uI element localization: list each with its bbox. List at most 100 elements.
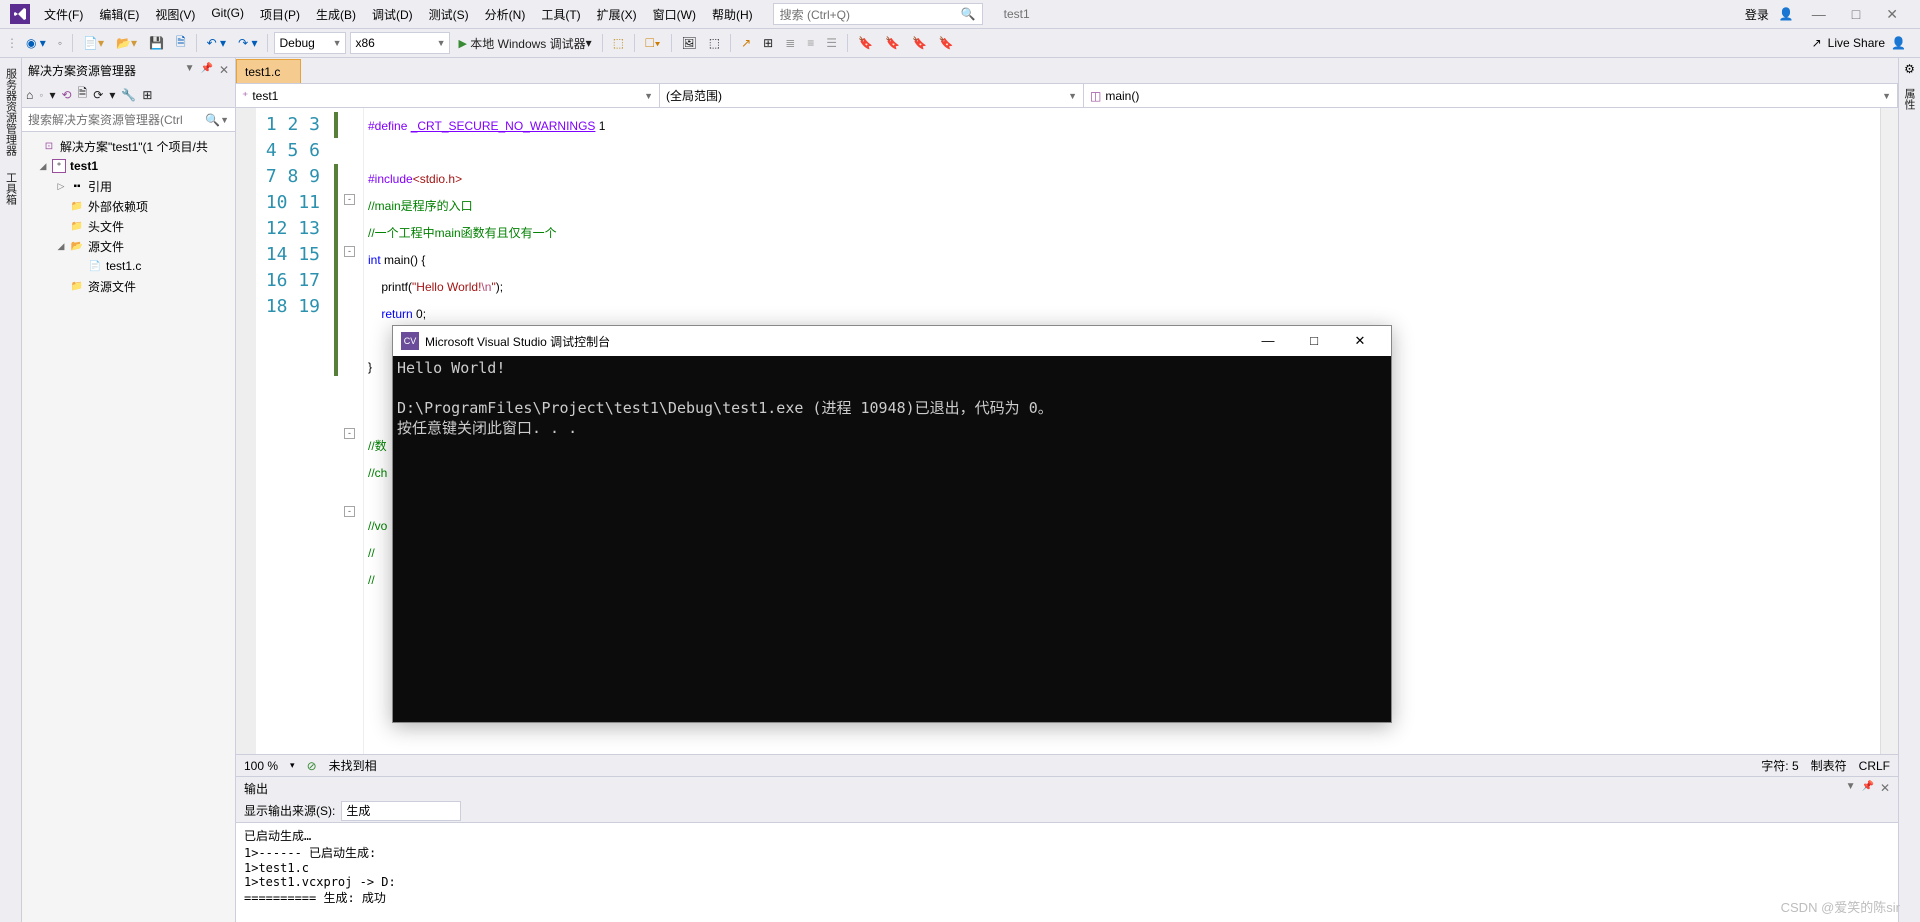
feedback-icon[interactable]: 👤: [1891, 36, 1906, 50]
console-title-bar[interactable]: CV Microsoft Visual Studio 调试控制台 — □ ✕: [393, 326, 1391, 356]
nav-scope-global[interactable]: (全局范围)▼: [660, 84, 1084, 107]
menu-item[interactable]: 帮助(H): [704, 2, 761, 27]
nav-scope-project[interactable]: ⁺test1▼: [236, 84, 660, 107]
fold-icon[interactable]: -: [344, 194, 355, 205]
eol-label[interactable]: CRLF: [1859, 759, 1890, 773]
menu-item[interactable]: 项目(P): [252, 2, 308, 27]
start-debug-button[interactable]: ▶ 本地 Windows 调试器 ▾: [454, 33, 595, 54]
sol-prop-icon[interactable]: 🔧: [121, 88, 136, 102]
save-all-button[interactable]: 🗎: [172, 31, 190, 56]
title-right: 登录 👤 — □ ✕: [1745, 2, 1916, 27]
project-name-label[interactable]: test1: [993, 4, 1041, 24]
search-placeholder: 搜索 (Ctrl+Q): [780, 6, 850, 23]
solution-search[interactable]: 搜索解决方案资源管理器(Ctrl 🔍▼: [22, 108, 235, 132]
scrollbar-v[interactable]: [1880, 108, 1898, 754]
console-min-button[interactable]: —: [1245, 333, 1291, 349]
menu-item[interactable]: 测试(S): [421, 2, 477, 27]
fold-icon[interactable]: -: [344, 428, 355, 439]
console-max-button[interactable]: □: [1291, 333, 1337, 349]
close-button[interactable]: ✕: [1878, 2, 1906, 27]
tb-icon-5[interactable]: ↗: [737, 34, 755, 52]
panel-close-icon[interactable]: ✕: [1880, 781, 1890, 795]
nav-scope-function[interactable]: ◫main()▼: [1084, 84, 1898, 107]
references-node[interactable]: ▷▪▪引用: [22, 176, 235, 196]
dropdown-icon[interactable]: ▼: [1846, 781, 1856, 795]
zoom-level[interactable]: 100 %: [244, 759, 278, 773]
output-body[interactable]: 已启动生成… 1>------ 已启动生成: 1>test1.c 1>test1…: [236, 823, 1898, 922]
search-box[interactable]: 搜索 (Ctrl+Q) 🔍: [773, 3, 983, 25]
undo-button[interactable]: ↶ ▾: [203, 34, 230, 52]
save-button[interactable]: 💾: [145, 34, 168, 52]
console-close-button[interactable]: ✕: [1337, 333, 1383, 349]
sol-show-icon[interactable]: 🗎: [78, 84, 88, 105]
panel-close-icon[interactable]: ✕: [219, 63, 229, 77]
bookmark-clear-icon[interactable]: 🔖: [935, 34, 958, 52]
project-icon: ⁺: [52, 159, 66, 173]
tb-icon-3[interactable]: 🖼: [678, 34, 701, 52]
solution-tree: ⊡解决方案"test1"(1 个项目/共 ◢⁺test1 ▷▪▪引用 📁外部依赖…: [22, 132, 235, 922]
left-tab-server-explorer[interactable]: 服务器资源管理器: [1, 62, 21, 162]
bookmark-next-icon[interactable]: 🔖: [908, 34, 931, 52]
tb-icon-8[interactable]: ≡: [803, 34, 818, 52]
bookmark-prev-icon[interactable]: 🔖: [881, 34, 904, 52]
file-node[interactable]: 📄test1.c: [22, 256, 235, 276]
sol-refresh-icon[interactable]: ⟳: [93, 88, 103, 102]
maximize-button[interactable]: □: [1844, 2, 1868, 26]
source-node[interactable]: ◢📂源文件: [22, 236, 235, 256]
pin-icon[interactable]: 📌: [1861, 781, 1873, 795]
tb-icon-6[interactable]: ⊞: [759, 34, 777, 52]
project-node[interactable]: ◢⁺test1: [22, 156, 235, 176]
fold-icon[interactable]: -: [344, 506, 355, 517]
redo-button[interactable]: ↷ ▾: [234, 34, 261, 52]
solution-root[interactable]: ⊡解决方案"test1"(1 个项目/共: [22, 136, 235, 156]
menu-item[interactable]: 扩展(X): [589, 2, 645, 27]
headers-node[interactable]: 📁头文件: [22, 216, 235, 236]
output-panel: 输出 ▼📌✕ 显示输出来源(S): 生成 已启动生成… 1>------ 已启动…: [236, 776, 1898, 922]
tb-icon-2[interactable]: 🞎▾: [641, 34, 664, 53]
config-combo[interactable]: Debug▼: [274, 32, 346, 54]
tb-icon-9[interactable]: ☰: [822, 34, 841, 52]
right-tab-properties[interactable]: 属性: [1899, 82, 1919, 116]
gear-icon[interactable]: ⚙: [1904, 62, 1915, 82]
user-icon[interactable]: 👤: [1779, 7, 1794, 21]
grip-icon: ⋮: [6, 36, 18, 50]
external-deps-node[interactable]: 📁外部依赖项: [22, 196, 235, 216]
sol-sync-icon[interactable]: ⟲: [62, 88, 72, 102]
tab-active[interactable]: test1.c: [236, 59, 301, 83]
menu-item[interactable]: Git(G): [203, 2, 252, 27]
fold-icon[interactable]: -: [344, 246, 355, 257]
menu-item[interactable]: 编辑(E): [91, 2, 147, 27]
resources-node[interactable]: 📁资源文件: [22, 276, 235, 296]
login-link[interactable]: 登录: [1745, 6, 1769, 23]
tb-icon-7[interactable]: ≣: [781, 34, 799, 52]
forward-button[interactable]: ◦: [54, 34, 66, 52]
menu-item[interactable]: 调试(D): [364, 2, 421, 27]
menu-item[interactable]: 工具(T): [533, 2, 588, 27]
new-button[interactable]: 📄▾: [79, 34, 108, 52]
menu-item[interactable]: 视图(V): [147, 2, 203, 27]
left-tab-toolbox[interactable]: 工具箱: [1, 166, 21, 211]
minimize-button[interactable]: —: [1804, 2, 1834, 26]
menu-item[interactable]: 分析(N): [477, 2, 534, 27]
sol-view-icon[interactable]: ⊞: [142, 88, 152, 102]
menu-item[interactable]: 生成(B): [308, 2, 364, 27]
indent-label[interactable]: 制表符: [1811, 757, 1847, 774]
sol-back-icon[interactable]: ◦: [39, 88, 43, 102]
solution-explorer: 解决方案资源管理器 ▼📌✕ ⌂ ◦▾ ⟲ 🗎 ⟳▾ 🔧 ⊞ 搜索解决方案资源管理…: [22, 58, 236, 922]
platform-combo[interactable]: x86▼: [350, 32, 450, 54]
open-button[interactable]: 📂▾: [112, 34, 141, 52]
sol-home-icon[interactable]: ⌂: [26, 88, 33, 102]
dropdown-icon[interactable]: ▼: [185, 63, 195, 77]
back-button[interactable]: ◉ ▾: [22, 34, 50, 52]
menu-item[interactable]: 窗口(W): [645, 2, 704, 27]
live-share-button[interactable]: Live Share: [1828, 36, 1885, 50]
folder-icon: 📁: [70, 279, 84, 293]
issues-label[interactable]: 未找到相: [329, 757, 377, 774]
bookmark-icon[interactable]: 🔖: [854, 34, 877, 52]
output-source-combo[interactable]: 生成: [341, 801, 461, 821]
pin-icon[interactable]: 📌: [200, 63, 212, 77]
console-body[interactable]: Hello World! D:\ProgramFiles\Project\tes…: [393, 356, 1391, 722]
tb-icon-4[interactable]: ⬚: [705, 34, 724, 52]
menu-item[interactable]: 文件(F): [36, 2, 91, 27]
tb-icon-1[interactable]: ⬚: [609, 34, 628, 52]
